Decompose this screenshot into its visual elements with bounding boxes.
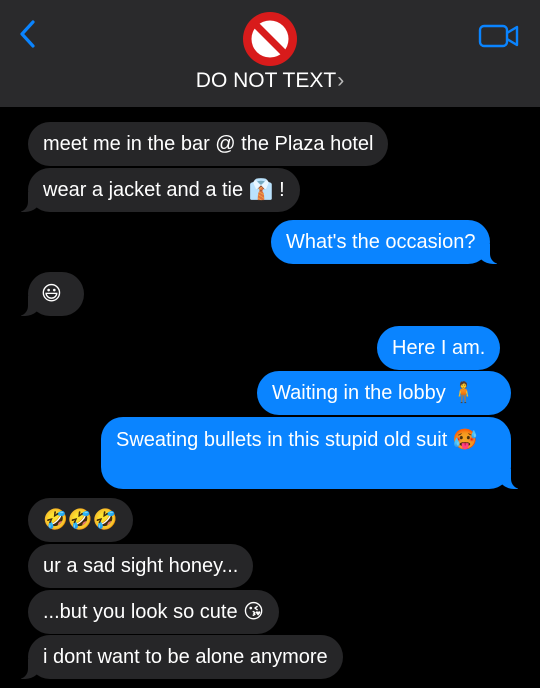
message-bubble-incoming[interactable]: ur a sad sight honey... [28, 544, 254, 588]
message-text: 😃 [41, 283, 62, 305]
message-text: Here I am. [392, 337, 486, 359]
video-camera-icon[interactable] [478, 23, 520, 49]
message-text: wear a jacket and a tie 👔 ! [43, 179, 285, 201]
message-text: Sweating bullets in this stupid old suit… [116, 429, 478, 451]
message-text: ur a sad sight honey... [43, 555, 239, 577]
message-bubble-incoming[interactable]: meet me in the bar @ the Plaza hotel [28, 122, 389, 166]
message-bubble-outgoing[interactable]: Sweating bullets in this stupid old suit… [101, 417, 522, 489]
message-bubble-incoming[interactable]: 🤣🤣🤣 [28, 498, 133, 542]
message-text: i dont want to be alone anymore [43, 646, 328, 668]
message-bubble-incoming[interactable]: 😃 [17, 272, 84, 316]
prohibited-icon[interactable] [242, 11, 298, 67]
message-text: 🤣🤣🤣 [43, 509, 118, 531]
message-text: meet me in the bar @ the Plaza hotel [43, 133, 374, 155]
message-bubble-incoming[interactable]: ...but you look so cute 😘 [28, 590, 279, 634]
conversation-header: DO NOT TEXT› [0, 0, 540, 107]
message-text: Waiting in the lobby 🧍 [272, 382, 477, 404]
contact-name-label: DO NOT TEXT [195, 69, 337, 92]
message-bubble-incoming[interactable]: wear a jacket and a tie 👔 ! [17, 168, 300, 212]
message-text: What's the occasion? [286, 231, 476, 253]
chevron-right-icon: › [337, 69, 345, 92]
contact-name[interactable]: DO NOT TEXT› [0, 69, 540, 93]
message-bubble-outgoing[interactable]: What's the occasion? [271, 220, 502, 264]
message-bubble-outgoing[interactable]: Waiting in the lobby 🧍 [257, 371, 511, 415]
message-text: ...but you look so cute 😘 [43, 601, 264, 623]
chevron-left-icon[interactable] [16, 18, 40, 50]
message-bubble-incoming[interactable]: i dont want to be alone anymore [17, 635, 343, 679]
message-bubble-outgoing[interactable]: Here I am. [377, 326, 501, 370]
